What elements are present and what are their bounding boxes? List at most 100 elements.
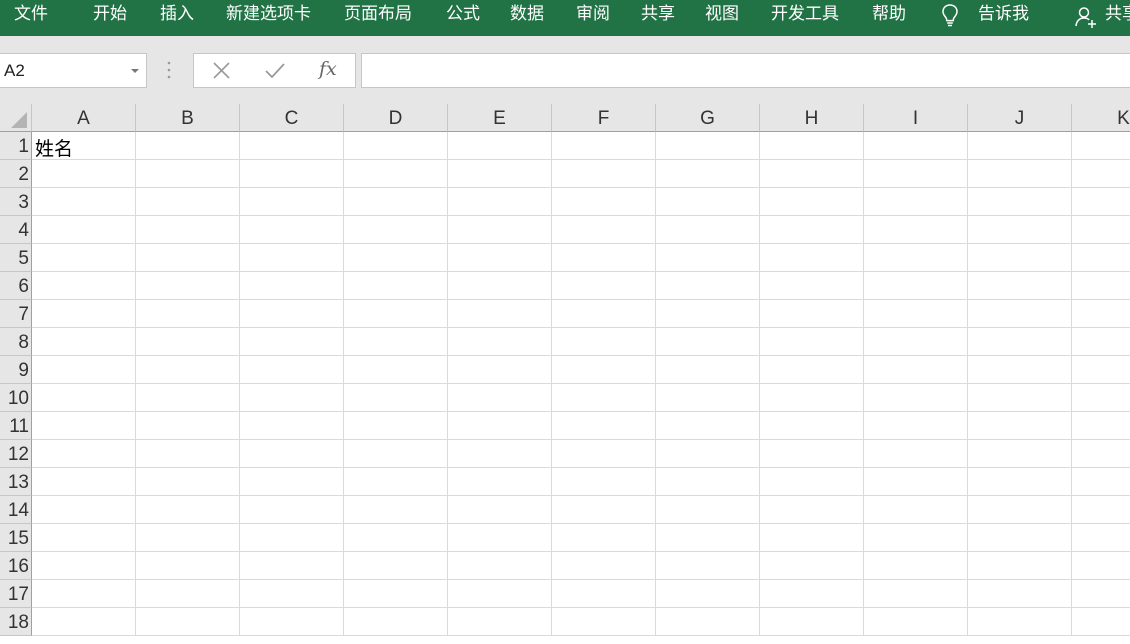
cell-i9[interactable] [864, 356, 968, 384]
cell-a1[interactable]: 姓名 [32, 132, 136, 160]
column-header-g[interactable]: G [656, 104, 760, 132]
cell-f3[interactable] [552, 188, 656, 216]
cell-e8[interactable] [448, 328, 552, 356]
cell-k18[interactable] [1072, 608, 1130, 636]
insert-function-button[interactable]: fx [319, 58, 337, 80]
cell-j9[interactable] [968, 356, 1072, 384]
column-header-f[interactable]: F [552, 104, 656, 132]
cell-i4[interactable] [864, 216, 968, 244]
tab-help[interactable]: 帮助 [872, 0, 906, 30]
cell-a10[interactable] [32, 384, 136, 412]
cell-a17[interactable] [32, 580, 136, 608]
cell-k13[interactable] [1072, 468, 1130, 496]
cell-b7[interactable] [136, 300, 240, 328]
cell-c7[interactable] [240, 300, 344, 328]
tab-developer[interactable]: 开发工具 [771, 0, 839, 30]
cell-f5[interactable] [552, 244, 656, 272]
cell-b17[interactable] [136, 580, 240, 608]
cell-h15[interactable] [760, 524, 864, 552]
cell-g7[interactable] [656, 300, 760, 328]
row-header-14[interactable]: 14 [0, 496, 32, 524]
column-header-c[interactable]: C [240, 104, 344, 132]
select-all-corner[interactable] [0, 104, 32, 132]
row-header-11[interactable]: 11 [0, 412, 32, 440]
row-header-17[interactable]: 17 [0, 580, 32, 608]
cell-h2[interactable] [760, 160, 864, 188]
cell-b12[interactable] [136, 440, 240, 468]
cell-k15[interactable] [1072, 524, 1130, 552]
cell-d8[interactable] [344, 328, 448, 356]
vertical-dots-icon[interactable] [166, 60, 172, 84]
cell-i15[interactable] [864, 524, 968, 552]
cell-b15[interactable] [136, 524, 240, 552]
cell-a5[interactable] [32, 244, 136, 272]
cell-d3[interactable] [344, 188, 448, 216]
tell-me-search[interactable]: 告诉我 [978, 0, 1029, 30]
cell-f10[interactable] [552, 384, 656, 412]
cell-h5[interactable] [760, 244, 864, 272]
cell-i10[interactable] [864, 384, 968, 412]
cell-a6[interactable] [32, 272, 136, 300]
cell-d16[interactable] [344, 552, 448, 580]
cell-i2[interactable] [864, 160, 968, 188]
tab-review[interactable]: 审阅 [576, 0, 610, 30]
row-header-16[interactable]: 16 [0, 552, 32, 580]
cell-i11[interactable] [864, 412, 968, 440]
cell-a12[interactable] [32, 440, 136, 468]
cell-c8[interactable] [240, 328, 344, 356]
cell-h14[interactable] [760, 496, 864, 524]
cell-c4[interactable] [240, 216, 344, 244]
cell-e5[interactable] [448, 244, 552, 272]
cell-b6[interactable] [136, 272, 240, 300]
column-header-k[interactable]: K [1072, 104, 1130, 132]
column-header-i[interactable]: I [864, 104, 968, 132]
cell-f8[interactable] [552, 328, 656, 356]
cell-k1[interactable] [1072, 132, 1130, 160]
cell-a18[interactable] [32, 608, 136, 636]
column-header-j[interactable]: J [968, 104, 1072, 132]
tab-data[interactable]: 数据 [510, 0, 544, 30]
cell-g17[interactable] [656, 580, 760, 608]
cell-g8[interactable] [656, 328, 760, 356]
cell-g15[interactable] [656, 524, 760, 552]
cell-g12[interactable] [656, 440, 760, 468]
cell-b16[interactable] [136, 552, 240, 580]
cell-e4[interactable] [448, 216, 552, 244]
cell-h6[interactable] [760, 272, 864, 300]
row-header-9[interactable]: 9 [0, 356, 32, 384]
cell-j14[interactable] [968, 496, 1072, 524]
cell-d9[interactable] [344, 356, 448, 384]
tab-insert[interactable]: 插入 [160, 0, 194, 30]
name-box[interactable]: A2 [0, 53, 147, 88]
cell-j15[interactable] [968, 524, 1072, 552]
cell-d14[interactable] [344, 496, 448, 524]
cell-e6[interactable] [448, 272, 552, 300]
cell-i1[interactable] [864, 132, 968, 160]
cell-a11[interactable] [32, 412, 136, 440]
cell-a3[interactable] [32, 188, 136, 216]
cell-i8[interactable] [864, 328, 968, 356]
cell-i18[interactable] [864, 608, 968, 636]
cell-i16[interactable] [864, 552, 968, 580]
cell-c9[interactable] [240, 356, 344, 384]
cell-g16[interactable] [656, 552, 760, 580]
cell-j3[interactable] [968, 188, 1072, 216]
cell-b18[interactable] [136, 608, 240, 636]
cell-f2[interactable] [552, 160, 656, 188]
cancel-button[interactable] [202, 54, 242, 87]
cell-g1[interactable] [656, 132, 760, 160]
chevron-down-icon[interactable] [131, 69, 139, 73]
cell-a7[interactable] [32, 300, 136, 328]
cell-b11[interactable] [136, 412, 240, 440]
cell-j10[interactable] [968, 384, 1072, 412]
cell-a4[interactable] [32, 216, 136, 244]
cell-e15[interactable] [448, 524, 552, 552]
cell-h10[interactable] [760, 384, 864, 412]
cell-d4[interactable] [344, 216, 448, 244]
tab-page-layout[interactable]: 页面布局 [344, 0, 412, 30]
cell-b14[interactable] [136, 496, 240, 524]
cell-e13[interactable] [448, 468, 552, 496]
cell-i12[interactable] [864, 440, 968, 468]
cell-c2[interactable] [240, 160, 344, 188]
lightbulb-icon[interactable] [940, 3, 960, 31]
